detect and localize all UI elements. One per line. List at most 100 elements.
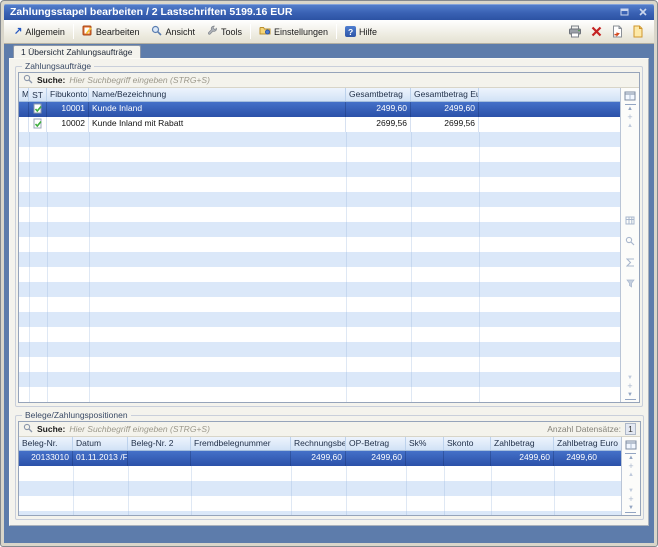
menu-label: Einstellungen — [274, 27, 328, 37]
positions-grid: Suche: Hier Suchbegriff eingeben (STRG+S… — [18, 421, 641, 516]
delete-icon[interactable] — [589, 25, 603, 38]
payment-orders-header: M ST Fibukonto Name/Bezeichnung Gesamtbe… — [19, 88, 620, 102]
magnifier-icon — [151, 25, 162, 38]
column-header-beleg-nr[interactable]: Beleg-Nr. — [19, 437, 73, 450]
cell-fibukonto: 10002 — [47, 117, 89, 132]
cell-gesamtbetrag: 2699,56 — [346, 117, 411, 132]
record-count-label: Anzahl Datensätze: — [547, 424, 621, 434]
scroll-up-page-icon[interactable]: + — [625, 462, 636, 471]
scroll-to-bottom-icon[interactable]: ▼ — [625, 391, 636, 400]
search-placeholder: Hier Suchbegriff eingeben (STRG+S) — [69, 424, 210, 434]
record-count-value: 1 — [625, 423, 636, 435]
close-icon[interactable] — [637, 7, 648, 18]
cell-name: Kunde Inland mit Rabatt — [89, 117, 346, 132]
scroll-up-page-icon[interactable]: + — [625, 113, 636, 122]
column-header-datum[interactable]: Datum — [73, 437, 128, 450]
positions-header: Beleg-Nr. Datum Beleg-Nr. 2 Fremdbelegnu… — [19, 437, 621, 451]
search-icon — [23, 74, 33, 86]
print-icon[interactable] — [568, 25, 582, 38]
cell-gesamtbetrag: 2499,60 — [346, 102, 411, 117]
menu-label: Hilfe — [359, 27, 377, 37]
scroll-down-page-icon[interactable]: + — [625, 495, 636, 504]
menu-einstellungen[interactable]: Einstellungen — [253, 23, 334, 40]
column-header-fremdbelegnummer[interactable]: Fremdbelegnummer — [191, 437, 291, 450]
app-window: Zahlungsstapel bearbeiten / 2 Lastschrif… — [0, 0, 658, 547]
column-chooser-icon[interactable] — [625, 438, 637, 451]
group-label: Zahlungsaufträge — [22, 61, 94, 71]
scroll-up-icon[interactable]: ▲ — [625, 122, 636, 130]
cell-op-betrag: 2499,60 — [346, 451, 406, 466]
column-header-gesamtbetrag-euro[interactable]: Gesamtbetrag Euro — [411, 88, 479, 101]
column-header-sk[interactable]: Sk% — [406, 437, 444, 450]
wrench-icon — [207, 25, 218, 38]
positions-body: 20133010 01.11.2013 /Fr 2499,60 2499,60 … — [19, 451, 621, 515]
scroll-to-bottom-icon[interactable]: ▼ — [625, 504, 636, 513]
sum-icon[interactable] — [626, 254, 635, 272]
menu-label: Tools — [221, 27, 242, 37]
arrow-northeast-icon: ↗ — [14, 27, 22, 37]
column-header-st[interactable]: ST — [29, 88, 47, 101]
search-icon — [23, 423, 33, 435]
cell-rechnungsbetrag: 2499,60 — [291, 451, 346, 466]
cell-sk — [406, 451, 444, 466]
cell-datum: 01.11.2013 /Fr — [73, 451, 128, 466]
cell-name: Kunde Inland — [89, 102, 346, 117]
export-document-icon[interactable] — [610, 25, 624, 38]
folder-settings-icon — [259, 25, 271, 38]
column-header-zahlbetrag[interactable]: Zahlbetrag — [491, 437, 554, 450]
tab-page: Zahlungsaufträge Suche: Hier Suchbegriff… — [9, 58, 649, 526]
table-row[interactable]: 10001 Kunde Inland 2499,60 2499,60 — [19, 102, 620, 117]
menu-tools[interactable]: Tools — [201, 23, 248, 40]
group-zahlungsauftraege: Zahlungsaufträge Suche: Hier Suchbegriff… — [15, 61, 643, 407]
column-header-gesamtbetrag[interactable]: Gesamtbetrag — [346, 88, 411, 101]
clipboard-edit-icon — [82, 25, 93, 38]
menu-bearbeiten[interactable]: Bearbeiten — [76, 23, 146, 40]
new-document-icon[interactable] — [631, 25, 645, 38]
record-count: Anzahl Datensätze: 1 — [547, 423, 636, 435]
menubar: ↗ Allgemein Bearbeiten Ansicht Tools — [4, 20, 654, 44]
menu-label: Allgemein — [25, 27, 65, 37]
search-label: Suche: — [37, 424, 65, 434]
column-header-skonto[interactable]: Skonto — [444, 437, 491, 450]
payment-orders-grid: Suche: Hier Suchbegriff eingeben (STRG+S… — [18, 72, 640, 403]
scroll-down-page-icon[interactable]: + — [625, 382, 636, 391]
column-header-rechnungsbetrag[interactable]: Rechnungsbetrag — [291, 437, 346, 450]
cell-zahlbetrag-euro: 2499,60 — [554, 451, 621, 466]
menu-allgemein[interactable]: ↗ Allgemein — [8, 25, 71, 39]
help-icon: ? — [345, 26, 356, 37]
column-header-zahlbetrag-euro[interactable]: Zahlbetrag Euro — [554, 437, 621, 450]
zoom-search-icon[interactable] — [625, 233, 635, 251]
tab-uebersicht-zahlungsauftraege[interactable]: 1 Übersicht Zahlungsaufträge — [13, 45, 141, 58]
column-chooser-icon[interactable] — [624, 89, 636, 102]
cell-beleg-nr-2 — [128, 451, 191, 466]
toolbar-separator — [336, 24, 337, 39]
cell-skonto — [444, 451, 491, 466]
cell-gesamtbetrag-euro: 2699,56 — [411, 117, 479, 132]
payment-orders-search-row[interactable]: Suche: Hier Suchbegriff eingeben (STRG+S… — [19, 73, 639, 88]
column-header-op-betrag[interactable]: OP-Betrag — [346, 437, 406, 450]
positions-nav-strip: ▲ + ▲ ▼ + ▼ — [621, 437, 640, 515]
table-row[interactable]: 20133010 01.11.2013 /Fr 2499,60 2499,60 … — [19, 451, 621, 466]
document-check-icon — [33, 118, 43, 131]
window-title: Zahlungsstapel bearbeiten / 2 Lastschrif… — [10, 6, 292, 18]
column-header-name[interactable]: Name/Bezeichnung — [89, 88, 346, 101]
positions-search-row[interactable]: Suche: Hier Suchbegriff eingeben (STRG+S… — [19, 422, 640, 437]
scroll-up-icon[interactable]: ▲ — [625, 471, 636, 479]
table-row[interactable]: 10002 Kunde Inland mit Rabatt 2699,56 26… — [19, 117, 620, 132]
menu-ansicht[interactable]: Ansicht — [145, 23, 201, 40]
column-header-m[interactable]: M — [19, 88, 29, 101]
column-header-fibukonto[interactable]: Fibukonto — [47, 88, 89, 101]
menu-hilfe[interactable]: ? Hilfe — [339, 24, 383, 39]
cell-fremdbelegnummer — [191, 451, 291, 466]
column-header-beleg-nr-2[interactable]: Beleg-Nr. 2 — [128, 437, 191, 450]
grid-view-icon[interactable] — [625, 212, 635, 230]
filter-icon[interactable] — [626, 275, 635, 293]
search-placeholder: Hier Suchbegriff eingeben (STRG+S) — [69, 75, 210, 85]
restore-icon[interactable] — [619, 7, 630, 18]
cell-fibukonto: 10001 — [47, 102, 89, 117]
titlebar: Zahlungsstapel bearbeiten / 2 Lastschrif… — [4, 4, 654, 20]
group-belege-zahlungspositionen: Belege/Zahlungspositionen Suche: Hier Su… — [15, 410, 644, 520]
toolbar-separator — [73, 24, 74, 39]
content-area: 1 Übersicht Zahlungsaufträge Zahlungsauf… — [4, 44, 654, 543]
menu-label: Bearbeiten — [96, 27, 140, 37]
